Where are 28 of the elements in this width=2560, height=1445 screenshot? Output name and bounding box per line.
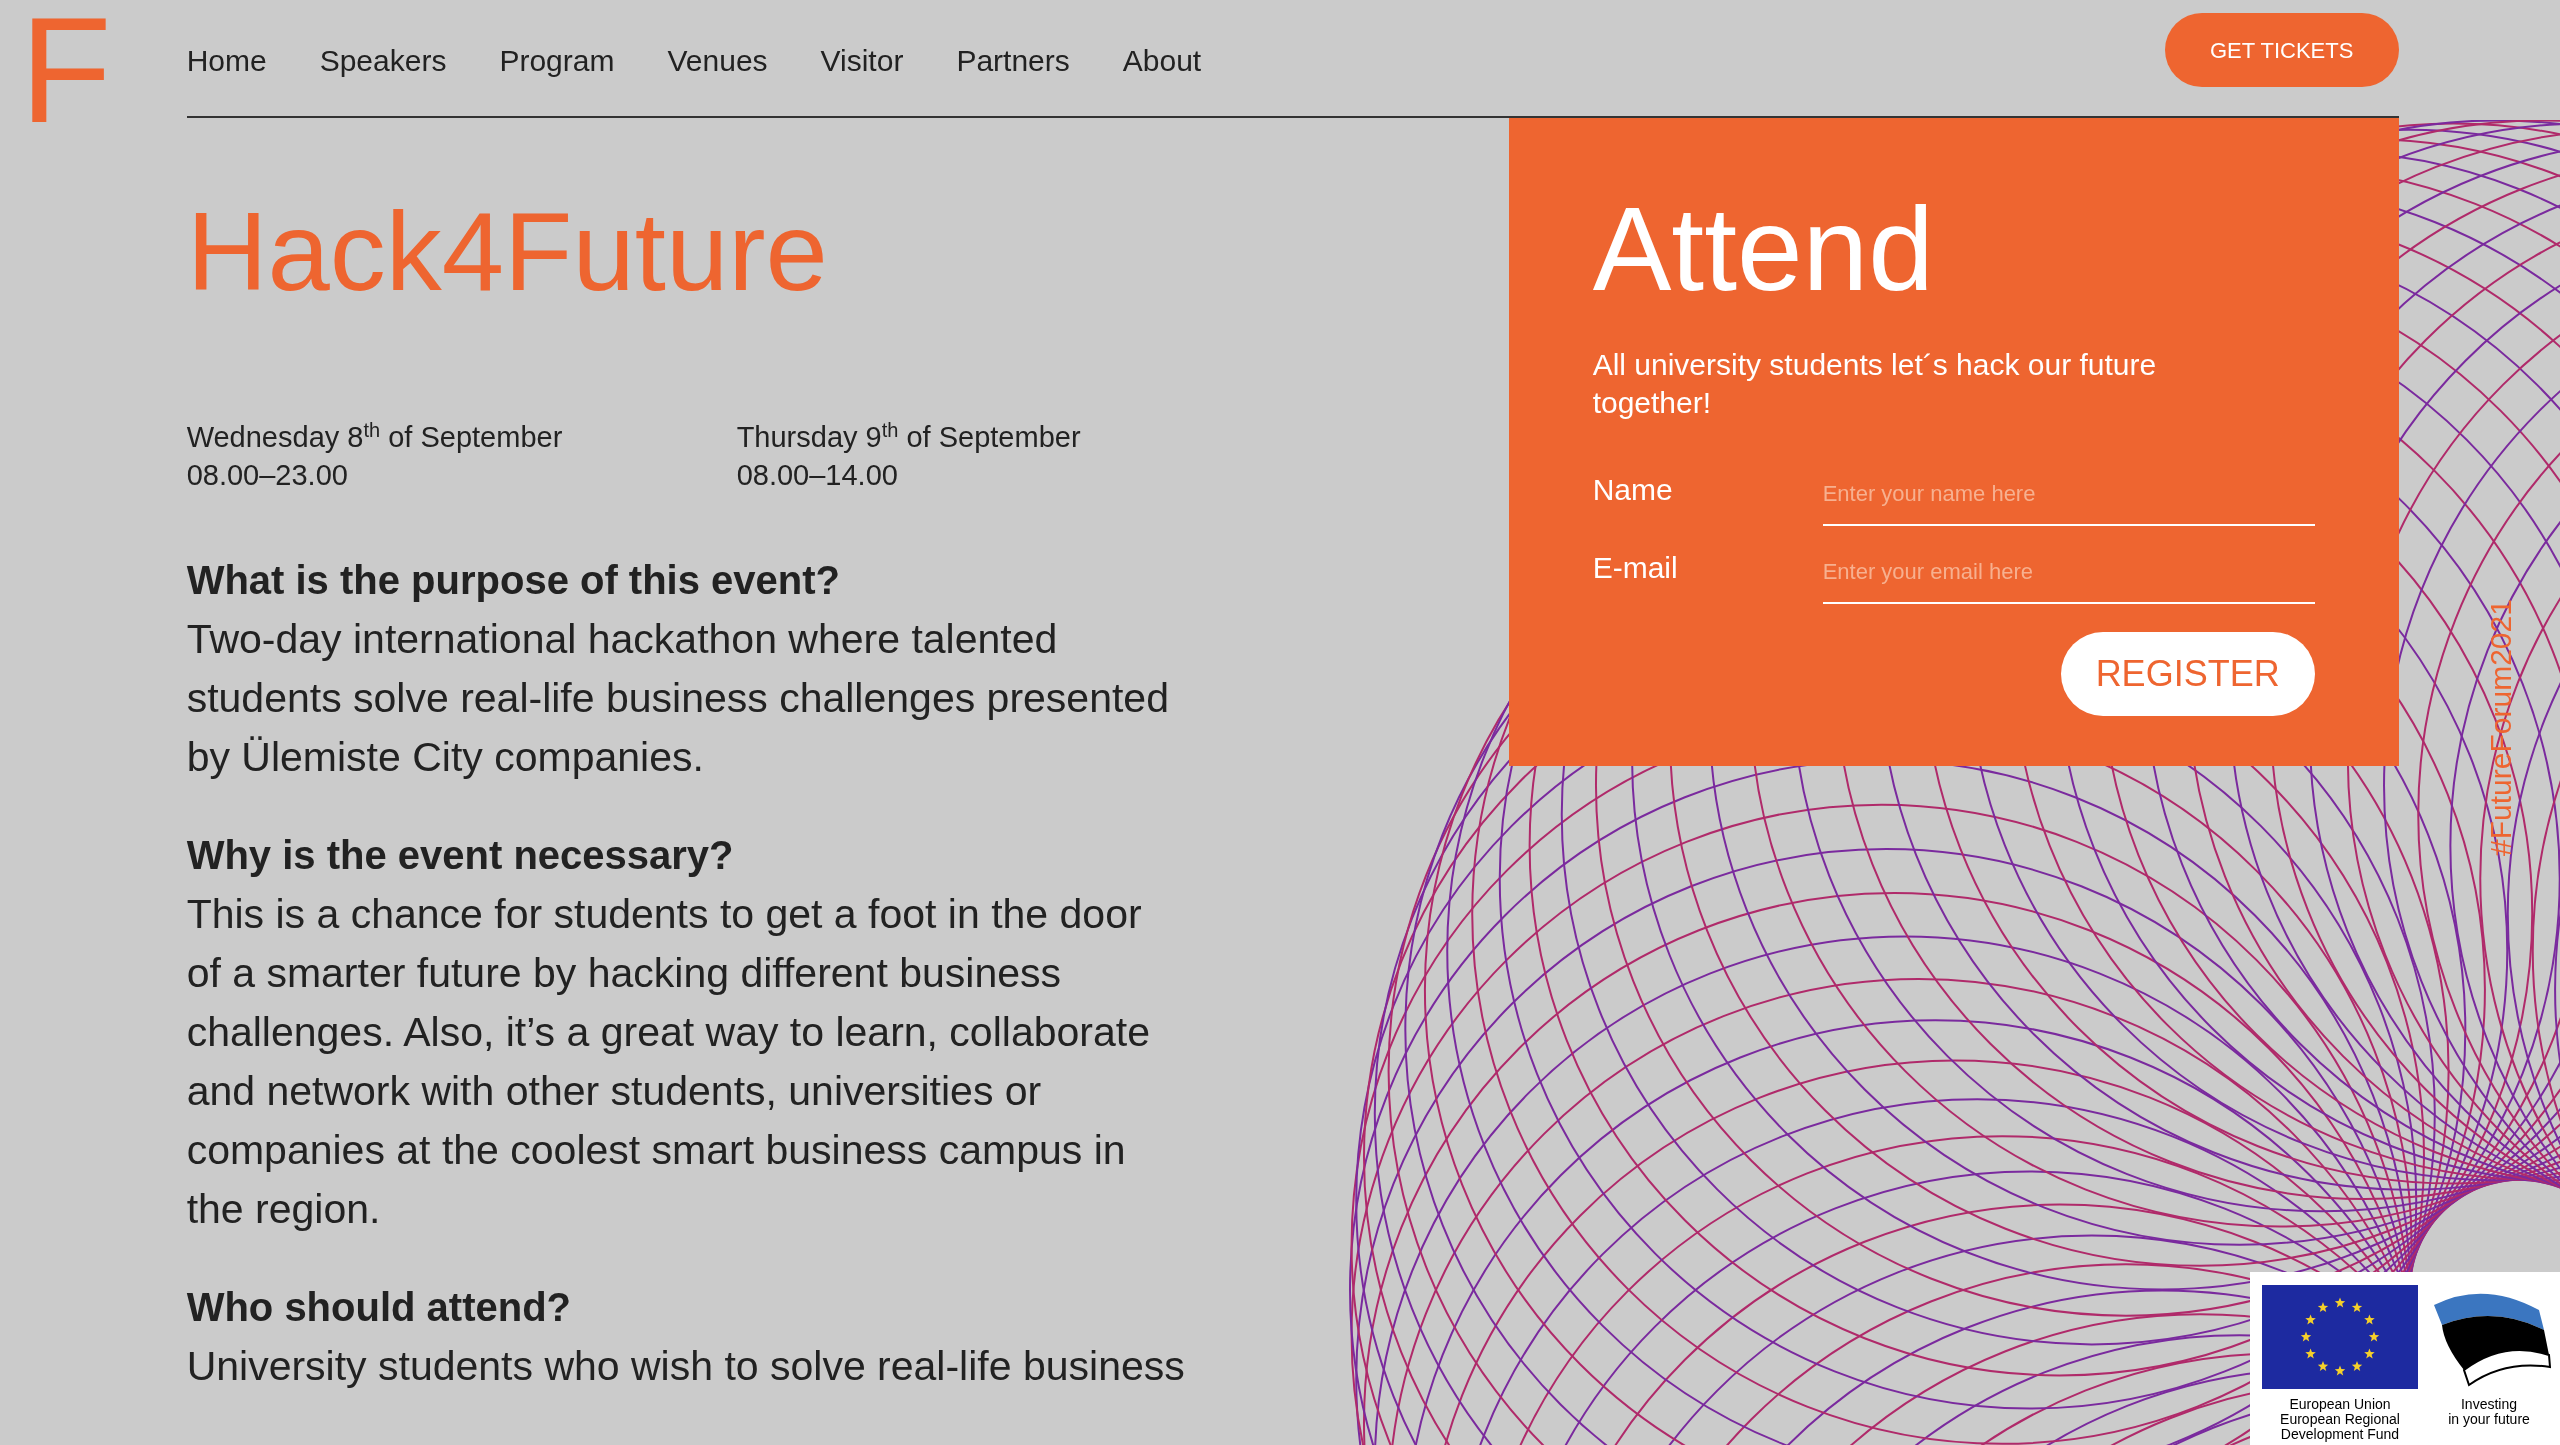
nav-link[interactable]: Speakers xyxy=(319,38,447,83)
field-label: E-mail xyxy=(1592,550,1679,586)
event-date: Wednesday 8$^{th}$ of September xyxy=(186,418,563,455)
nav-link[interactable]: Home xyxy=(186,38,267,83)
nav-link[interactable]: Visitor xyxy=(820,38,904,83)
section-paragraph: Two-day international hackathon where talented students solve real-life business challenges presented by Ülemiste City companies. xyxy=(186,615,1170,782)
input-field[interactable]: Enter your email here xyxy=(1822,542,2315,604)
event-date: Thursday 9$^{th}$ of September xyxy=(736,418,1081,455)
hashtag-text: #FutureForum2021 xyxy=(2482,598,2518,858)
nav-link[interactable]: Partners xyxy=(956,38,1070,83)
section-heading: Why is the event necessary? xyxy=(186,832,734,879)
event-title: Hack4Future xyxy=(186,196,828,308)
investing-caption: Investing in your future xyxy=(2448,1397,2530,1427)
section-heading: Who should attend? xyxy=(186,1284,571,1331)
section-paragraph: University students who wish to solve real-life business xyxy=(186,1342,1185,1391)
eu-caption: European Union European Regional Development Fund xyxy=(2280,1397,2400,1442)
nav-link[interactable]: About xyxy=(1122,38,1202,83)
attend-title: Attend xyxy=(1592,190,1934,308)
nav-link[interactable]: Program xyxy=(499,38,615,83)
event-time: 08.00–23.00 xyxy=(186,458,348,493)
nav-link[interactable]: Venues xyxy=(667,38,768,83)
field-label: Name xyxy=(1592,472,1674,508)
event-time: 08.00–14.00 xyxy=(736,458,898,493)
eu-flag-icon xyxy=(2262,1285,2418,1389)
section-paragraph: This is a chance for students to get a foot in the door of a smarter future by hacking different business challenges. Also, it’s a great way to learn, collaborate and network with other students, universities or companies at the coolest smart business campus in the region. xyxy=(186,890,1151,1234)
input-field[interactable]: Enter your name here xyxy=(1822,464,2315,526)
section-heading: What is the purpose of this event? xyxy=(186,557,841,604)
attend-description: All university students let´s hack our future together! xyxy=(1592,347,2158,421)
